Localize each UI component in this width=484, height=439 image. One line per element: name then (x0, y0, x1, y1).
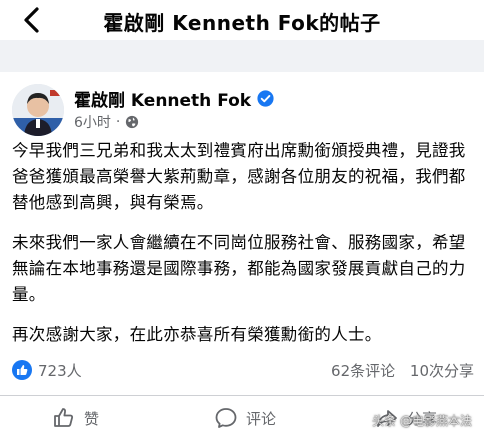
section-divider (0, 40, 484, 72)
like-label: 赞 (84, 409, 100, 428)
post-time[interactable]: 6小时 (74, 112, 111, 132)
reaction-stats: 723人 62条评论 10次分享 (12, 359, 474, 383)
like-button[interactable]: 赞 (52, 404, 99, 432)
post-body: 今早我們三兄弟和我太太到禮賓府出席勳銜頒授典禮，見證我爸爸獲頒最高榮譽大紫荊勳章… (12, 138, 478, 362)
thumbs-up-icon (54, 408, 74, 427)
meta-separator: · (115, 114, 121, 130)
share-count[interactable]: 10次分享 (410, 362, 474, 380)
comment-label: 评论 (246, 409, 277, 428)
post-paragraph: 今早我們三兄弟和我太太到禮賓府出席勳銜頒授典禮，見證我爸爸獲頒最高榮譽大紫荊勳章… (12, 141, 466, 212)
page-title: 霍啟剛 Kenneth Fok的帖子 (103, 11, 381, 35)
comment-button[interactable]: 评论 (214, 404, 276, 432)
action-bar: 赞 评论 分享 头条 @电影燕本法 (0, 395, 484, 439)
avatar[interactable] (12, 84, 64, 136)
comment-count[interactable]: 62条评论 (331, 362, 395, 380)
post-meta: 6小时 · (74, 112, 139, 132)
post-paragraph: 再次感謝大家，在此亦恭喜所有榮獲勳銜的人士。 (12, 325, 382, 344)
watermark: 头条 @电影燕本法 (372, 414, 472, 428)
verified-badge-icon (257, 90, 274, 107)
post-paragraph: 未來我們一家人會繼續在不同崗位服務社會、服務國家，希望無論在本地事務還是國際事務… (12, 233, 466, 304)
globe-icon (126, 115, 139, 129)
engagement-counts: 62条评论 10次分享 (331, 360, 474, 381)
author-row: 霍啟剛 Kenneth Fok (74, 86, 274, 111)
author-name[interactable]: 霍啟剛 Kenneth Fok (74, 86, 251, 111)
post-card: 霍啟剛 Kenneth Fok 6小时 · 今早我們三兄弟和我太太到禮賓府出席勳… (0, 72, 484, 439)
like-count[interactable]: 723人 (38, 360, 82, 381)
top-bar: 霍啟剛 Kenneth Fok的帖子 (0, 0, 484, 40)
thumbs-up-badge-icon[interactable] (12, 360, 32, 380)
comment-icon (215, 408, 237, 428)
